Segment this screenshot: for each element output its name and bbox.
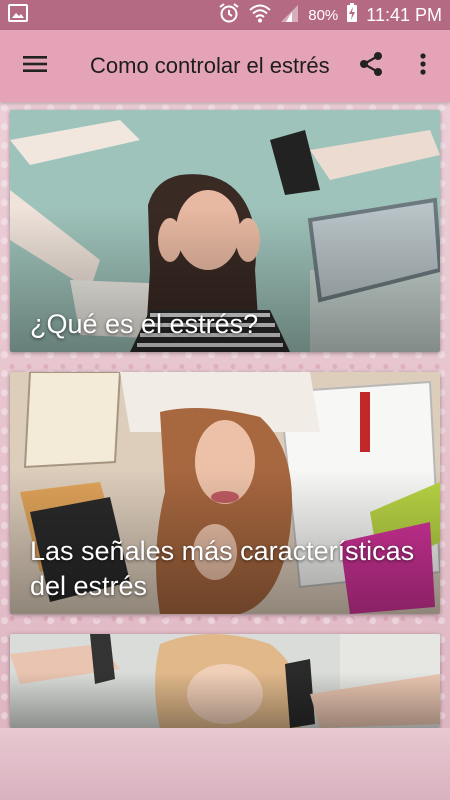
article-card[interactable]: Las señales más características del estr… xyxy=(10,372,440,614)
status-bar: 80% 11:41 PM xyxy=(0,0,450,30)
hamburger-menu-icon xyxy=(23,55,47,78)
more-options-button[interactable] xyxy=(400,30,446,102)
share-icon xyxy=(358,51,384,82)
article-title: ¿Qué es el estrés? xyxy=(30,309,259,339)
more-vert-icon xyxy=(419,52,427,81)
app-bar: Como controlar el estrés xyxy=(0,30,450,102)
battery-percentage: 80% xyxy=(308,6,339,24)
alarm-icon xyxy=(218,2,240,29)
article-list: ¿Qué es el estrés? Las señales más carac… xyxy=(0,102,450,800)
article-title: Las señales más características del estr… xyxy=(30,536,415,601)
signal-icon xyxy=(280,3,300,28)
article-card[interactable] xyxy=(10,634,440,728)
article-card[interactable]: ¿Qué es el estrés? xyxy=(10,110,440,352)
caption-gradient xyxy=(10,671,440,728)
image-icon xyxy=(8,3,28,27)
share-button[interactable] xyxy=(348,30,394,102)
wifi-icon xyxy=(248,3,272,28)
page-title: Como controlar el estrés xyxy=(90,53,330,78)
battery-charging-icon xyxy=(346,2,358,28)
background-decoration xyxy=(0,728,450,800)
navigation-menu-button[interactable] xyxy=(0,30,70,102)
clock: 11:41 PM xyxy=(366,4,442,25)
